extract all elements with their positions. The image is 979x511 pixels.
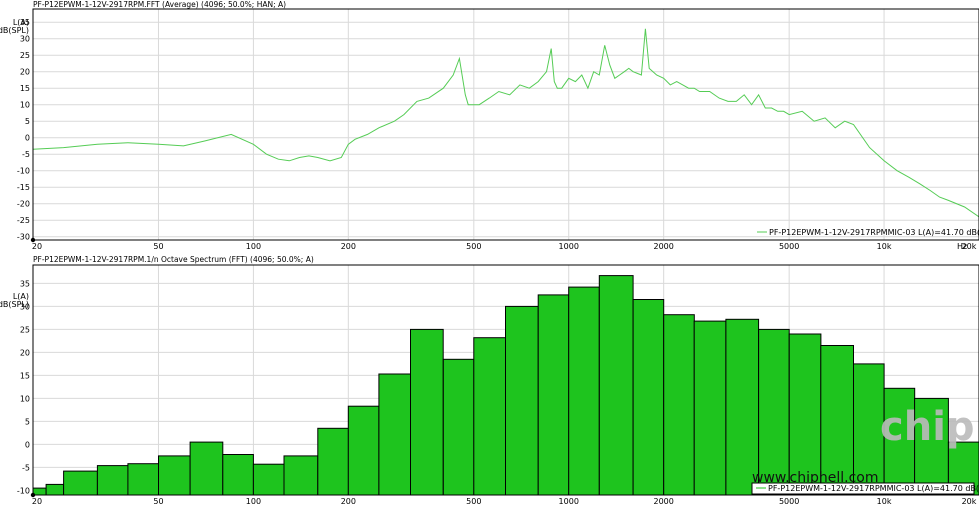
fft-x-tick-label: 1000 [559, 242, 579, 251]
octave-bar [505, 305, 539, 496]
octave-bar [283, 455, 319, 496]
octave-bar [317, 427, 349, 496]
octave-legend: PF-P12EPWM-1-12V-2917RPMMIC-03 L(A)=41.7… [751, 482, 979, 495]
fft-analyzer-figure: PF-P12EPWM-1-12V-2917RPM.FFT (Average) (… [0, 0, 979, 506]
octave-bar [693, 320, 727, 496]
fft-plot-frame [32, 8, 979, 241]
fft-y-tick-label: 10 [20, 101, 30, 110]
octave-y-tick-label: 30 [20, 302, 30, 311]
octave-bar [410, 328, 444, 496]
octave-panel: PF-P12EPWM-1-12V-2917RPM.1/n Octave Spec… [0, 255, 979, 506]
octave-bar [473, 337, 506, 496]
octave-x-tick-label: 50 [153, 497, 163, 506]
fft-y-tick-label: 5 [25, 117, 30, 126]
octave-legend-label: PF-P12EPWM-1-12V-2917RPMMIC-03 L(A)=41.7… [768, 484, 979, 493]
octave-bar [568, 286, 600, 496]
octave-bar [45, 483, 65, 496]
fft-x-tick-label: 500 [466, 242, 481, 251]
octave-x-tick-label: 2000 [653, 497, 673, 506]
octave-x-tick-label: 500 [466, 497, 481, 506]
octave-y-tick-label: -5 [22, 463, 30, 472]
fft-y-tick-label: 15 [20, 84, 30, 93]
octave-bar [96, 465, 129, 496]
fft-x-tick-label: 50 [153, 242, 163, 251]
octave-y-tick-labels: 35 30 25 20 15 10 5 0 -5 -10 [17, 279, 30, 495]
octave-bar [378, 373, 412, 496]
octave-bar [725, 318, 760, 496]
octave-y-tick-label: -10 [17, 486, 30, 495]
fft-x-unit-label: Hz [957, 242, 967, 251]
fft-x-tick-label: 5000 [779, 242, 799, 251]
octave-bar [598, 275, 634, 496]
octave-x-tick-labels: 20 50 100 200 500 1000 2000 5000 10k 20k [32, 497, 977, 506]
octave-y-tick-label: 35 [20, 279, 30, 288]
octave-bar [127, 463, 160, 496]
fft-x-tick-label: 10k [877, 242, 892, 251]
fft-panel: PF-P12EPWM-1-12V-2917RPM.FFT (Average) (… [0, 0, 979, 251]
octave-bar [663, 314, 695, 496]
fft-x-tick-label: 200 [341, 242, 356, 251]
octave-bar [442, 358, 475, 496]
octave-origin-marker [30, 492, 36, 498]
fft-y-tick-label: -30 [17, 233, 30, 242]
fft-x-tick-label: 20 [32, 242, 42, 251]
octave-bar [158, 455, 191, 496]
fft-series-line [32, 28, 979, 218]
fft-y-tick-label: 30 [20, 35, 30, 44]
octave-y-tick-label: 10 [20, 394, 30, 403]
fft-y-tick-labels: 35 30 25 20 15 10 5 0 -5 -10 -15 -20 -25 -30 [17, 18, 30, 242]
octave-bar [252, 463, 285, 496]
fft-legend: PF-P12EPWM-1-12V-2917RPMMIC-03 L(A)=41.7… [757, 228, 979, 237]
fft-y-tick-label: 20 [20, 68, 30, 77]
fft-chart-header: PF-P12EPWM-1-12V-2917RPM.FFT (Average) (… [33, 0, 286, 9]
fft-y-tick-label: -20 [17, 200, 30, 209]
octave-bar [222, 454, 254, 496]
fft-legend-label: PF-P12EPWM-1-12V-2917RPMMIC-03 L(A)=41.7… [769, 228, 979, 237]
octave-x-tick-label: 10k [877, 497, 892, 506]
octave-chart-header: PF-P12EPWM-1-12V-2917RPM.1/n Octave Spec… [33, 255, 314, 264]
octave-bar [347, 405, 380, 496]
octave-bar [32, 487, 47, 496]
octave-y-tick-label: 15 [20, 371, 30, 380]
octave-x-tick-label: 1000 [559, 497, 579, 506]
octave-y-tick-label: 0 [25, 440, 30, 449]
fft-y-tick-label: -5 [22, 150, 30, 159]
octave-x-tick-label: 20k [962, 497, 977, 506]
fft-y-tick-label: 35 [20, 18, 30, 27]
octave-bar [189, 441, 224, 496]
octave-bar [632, 299, 665, 496]
octave-bars [32, 275, 979, 496]
fft-y-tick-label: -10 [17, 167, 30, 176]
watermark-logo: chip hell [880, 404, 979, 450]
fft-y-label-line2: dB(SPL) [0, 26, 29, 35]
octave-bar [63, 470, 98, 496]
octave-x-tick-label: 200 [341, 497, 356, 506]
octave-y-tick-label: 20 [20, 348, 30, 357]
octave-x-tick-label: 100 [246, 497, 261, 506]
fft-origin-marker [30, 237, 36, 243]
octave-y-tick-label: 25 [20, 325, 30, 334]
fft-y-tick-label: -15 [17, 183, 30, 192]
fft-y-tick-label: 25 [20, 51, 30, 60]
octave-x-tick-label: 5000 [779, 497, 799, 506]
fft-y-tick-label: -25 [17, 216, 30, 225]
octave-x-tick-label: 20 [32, 497, 42, 506]
fft-x-tick-label: 100 [246, 242, 261, 251]
octave-y-tick-label: 5 [25, 417, 30, 426]
fft-y-tick-label: 0 [25, 134, 30, 143]
fft-x-tick-labels: 20 50 100 200 500 1000 2000 5000 10k 20k [32, 242, 977, 251]
octave-bar [537, 294, 570, 496]
fft-grid [33, 9, 979, 240]
fft-x-tick-label: 2000 [653, 242, 673, 251]
